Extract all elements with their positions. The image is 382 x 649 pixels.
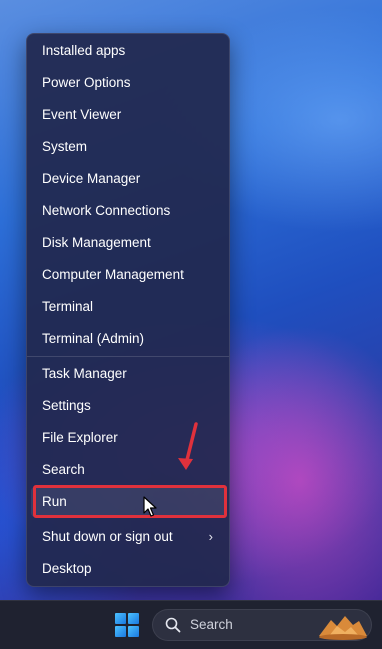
red-arrow-icon [178,422,198,470]
menu-item-settings[interactable]: Settings [31,391,225,421]
mouse-pointer-icon [143,496,157,517]
taskbar-search-box[interactable]: Search [152,609,372,641]
menu-separator [27,356,229,357]
menu-item-system[interactable]: System [31,132,225,162]
run-highlight-box [33,485,227,518]
menu-item-desktop[interactable]: Desktop [31,554,225,584]
menu-item-installed-apps[interactable]: Installed apps [31,36,225,66]
search-highlights-icon [319,616,367,640]
windows-logo-icon[interactable] [114,612,140,638]
taskbar: Search [0,600,382,649]
search-icon [165,617,181,633]
menu-item-shut-down-or-sign-out[interactable]: Shut down or sign out › [31,522,225,552]
menu-item-power-options[interactable]: Power Options [31,68,225,98]
chevron-right-icon: › [208,529,213,544]
search-label: Search [190,617,233,632]
menu-item-terminal-admin[interactable]: Terminal (Admin) [31,324,225,354]
menu-item-network-connections[interactable]: Network Connections [31,196,225,226]
menu-item-disk-management[interactable]: Disk Management [31,228,225,258]
menu-item-event-viewer[interactable]: Event Viewer [31,100,225,130]
menu-item-task-manager[interactable]: Task Manager [31,359,225,389]
menu-item-terminal[interactable]: Terminal [31,292,225,322]
menu-item-shut-down-label: Shut down or sign out [42,529,173,544]
menu-item-device-manager[interactable]: Device Manager [31,164,225,194]
menu-item-computer-management[interactable]: Computer Management [31,260,225,290]
